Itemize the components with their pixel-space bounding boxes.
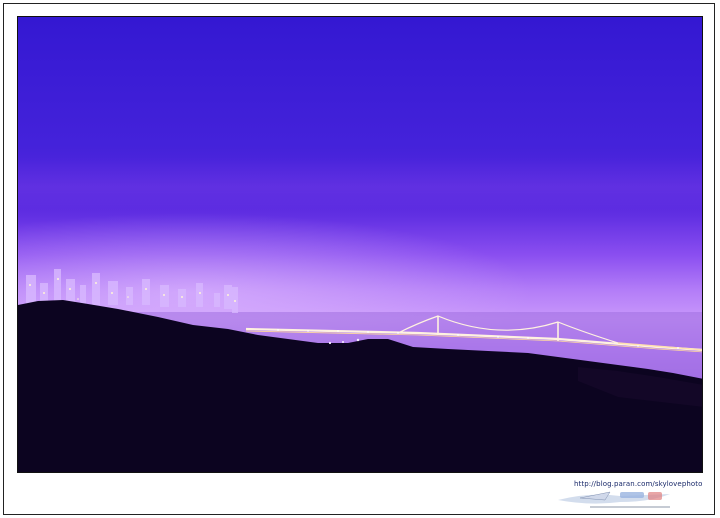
watermark: http://blog.paran.com/skylovephoto — [550, 478, 702, 512]
watermark-logo — [558, 491, 670, 508]
landscape-photo — [17, 16, 703, 473]
photo-scene — [18, 17, 702, 472]
